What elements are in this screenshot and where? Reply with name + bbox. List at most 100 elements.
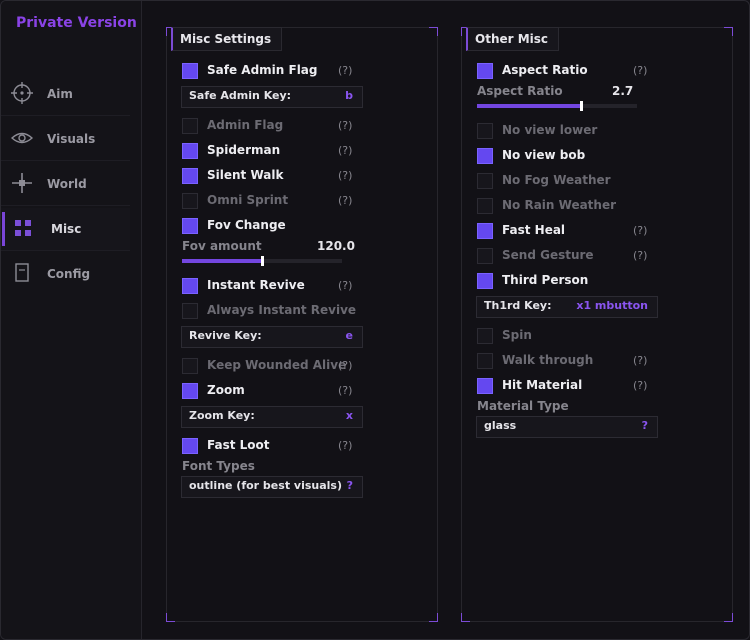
help-icon[interactable]: (?)	[633, 223, 647, 238]
sidebar-item-world[interactable]: World	[1, 163, 130, 206]
spin-row: Spin	[477, 328, 717, 346]
always-instant-revive-checkbox[interactable]	[182, 303, 198, 319]
send-gesture-row: Send Gesture (?)	[477, 248, 717, 266]
zoom-row: Zoom (?)	[182, 383, 422, 401]
grid-icon	[15, 220, 31, 236]
zoom-checkbox[interactable]	[182, 383, 198, 399]
help-icon[interactable]: (?)	[338, 278, 352, 293]
help-icon[interactable]: (?)	[338, 63, 352, 78]
help-icon[interactable]: (?)	[338, 143, 352, 158]
third-person-label: Third Person	[502, 273, 589, 287]
no-rain-weather-label: No Rain Weather	[502, 198, 617, 212]
slider-fill	[477, 104, 581, 108]
sidebar-item-aim[interactable]: Aim	[1, 73, 130, 116]
help-icon[interactable]: (?)	[633, 248, 647, 263]
aspect-ratio-checkbox[interactable]	[477, 63, 493, 79]
aspect-ratio-slider[interactable]	[477, 101, 637, 111]
no-view-lower-checkbox[interactable]	[477, 123, 493, 139]
help-icon[interactable]: (?)	[338, 438, 352, 453]
key-label: Zoom Key:	[189, 409, 255, 422]
key-value: x1 mbutton	[576, 299, 648, 312]
help-icon[interactable]: (?)	[633, 353, 647, 368]
fast-loot-row: Fast Loot (?)	[182, 438, 422, 456]
hit-material-label: Hit Material	[502, 378, 583, 392]
instant-revive-row: Instant Revive (?)	[182, 278, 422, 296]
admin-flag-label: Admin Flag	[207, 118, 284, 132]
silent-walk-checkbox[interactable]	[182, 168, 198, 184]
sidebar-item-misc[interactable]: Misc	[1, 208, 130, 251]
fov-amount-slider[interactable]	[182, 256, 342, 266]
keep-wounded-alive-checkbox[interactable]	[182, 358, 198, 374]
fast-heal-label: Fast Heal	[502, 223, 566, 237]
key-value: x	[345, 409, 353, 422]
omni-sprint-row: Omni Sprint (?)	[182, 193, 422, 211]
sidebar-item-label: Aim	[47, 87, 73, 101]
aspect-ratio-label: Aspect Ratio	[502, 63, 588, 77]
slider-fill	[182, 259, 262, 263]
fast-loot-checkbox[interactable]	[182, 438, 198, 454]
sidebar-item-config[interactable]: Config	[1, 253, 130, 295]
keep-wounded-alive-label: Keep Wounded Alive	[207, 358, 347, 372]
help-icon[interactable]: (?)	[338, 168, 352, 183]
omni-sprint-checkbox[interactable]	[182, 193, 198, 209]
instant-revive-label: Instant Revive	[207, 278, 305, 292]
spin-label: Spin	[502, 328, 532, 342]
other-misc-panel: Other Misc Aspect Ratio (?) Aspect Ratio…	[461, 27, 733, 622]
revive-key-input[interactable]: Revive Key: e	[181, 326, 363, 348]
help-icon[interactable]: (?)	[633, 378, 647, 393]
walk-through-label: Walk through	[502, 353, 594, 367]
always-instant-revive-label: Always Instant Revive	[207, 303, 357, 317]
font-types-dropdown[interactable]: outline (for best visuals) ?	[181, 476, 363, 498]
fov-amount-label: Fov amount	[182, 239, 262, 253]
no-view-bob-checkbox[interactable]	[477, 148, 493, 164]
no-rain-weather-checkbox[interactable]	[477, 198, 493, 214]
dropdown-button[interactable]: ?	[347, 479, 353, 492]
panel-title: Other Misc	[466, 27, 560, 51]
world-icon	[12, 173, 32, 193]
sidebar: Private Version Aim Visuals World Misc C…	[1, 1, 142, 639]
dropdown-button[interactable]: ?	[642, 419, 648, 432]
sidebar-item-label: Misc	[51, 222, 82, 236]
sidebar-item-label: Config	[47, 267, 91, 281]
zoom-key-input[interactable]: Zoom Key: x	[181, 406, 363, 428]
spiderman-checkbox[interactable]	[182, 143, 198, 159]
no-fog-weather-row: No Fog Weather	[477, 173, 717, 191]
safe-admin-flag-row: Safe Admin Flag (?)	[182, 63, 422, 81]
fast-heal-checkbox[interactable]	[477, 223, 493, 239]
admin-flag-checkbox[interactable]	[182, 118, 198, 134]
help-icon[interactable]: (?)	[338, 118, 352, 133]
help-icon[interactable]: (?)	[338, 383, 352, 398]
spiderman-row: Spiderman (?)	[182, 143, 422, 161]
sidebar-item-visuals[interactable]: Visuals	[1, 118, 130, 161]
third-person-checkbox[interactable]	[477, 273, 493, 289]
material-type-dropdown[interactable]: glass ?	[476, 416, 658, 438]
fov-amount-value: 120.0	[317, 239, 355, 253]
help-icon[interactable]: (?)	[338, 358, 352, 373]
hit-material-checkbox[interactable]	[477, 378, 493, 394]
fov-change-checkbox[interactable]	[182, 218, 198, 234]
send-gesture-checkbox[interactable]	[477, 248, 493, 264]
spin-checkbox[interactable]	[477, 328, 493, 344]
silent-walk-label: Silent Walk	[207, 168, 284, 182]
hit-material-row: Hit Material (?)	[477, 378, 717, 396]
help-icon[interactable]: (?)	[338, 193, 352, 208]
help-icon[interactable]: (?)	[633, 63, 647, 78]
misc-settings-panel: Misc Settings Safe Admin Flag (?) Safe A…	[166, 27, 438, 622]
slider-handle[interactable]	[261, 256, 264, 266]
slider-handle[interactable]	[580, 101, 583, 111]
safe-admin-key-input[interactable]: Safe Admin Key: b	[181, 86, 363, 108]
app-title: Private Version	[16, 15, 137, 31]
fast-heal-row: Fast Heal (?)	[477, 223, 717, 241]
main-window: Private Version Aim Visuals World Misc C…	[0, 0, 750, 640]
fast-loot-label: Fast Loot	[207, 438, 270, 452]
key-label: Safe Admin Key:	[189, 89, 292, 102]
no-view-lower-label: No view lower	[502, 123, 598, 137]
panel-title: Misc Settings	[171, 27, 283, 51]
silent-walk-row: Silent Walk (?)	[182, 168, 422, 186]
no-fog-weather-checkbox[interactable]	[477, 173, 493, 189]
safe-admin-flag-checkbox[interactable]	[182, 63, 198, 79]
key-value: e	[345, 329, 353, 342]
third-key-input[interactable]: Th1rd Key: x1 mbutton	[476, 296, 658, 318]
walk-through-checkbox[interactable]	[477, 353, 493, 369]
instant-revive-checkbox[interactable]	[182, 278, 198, 294]
